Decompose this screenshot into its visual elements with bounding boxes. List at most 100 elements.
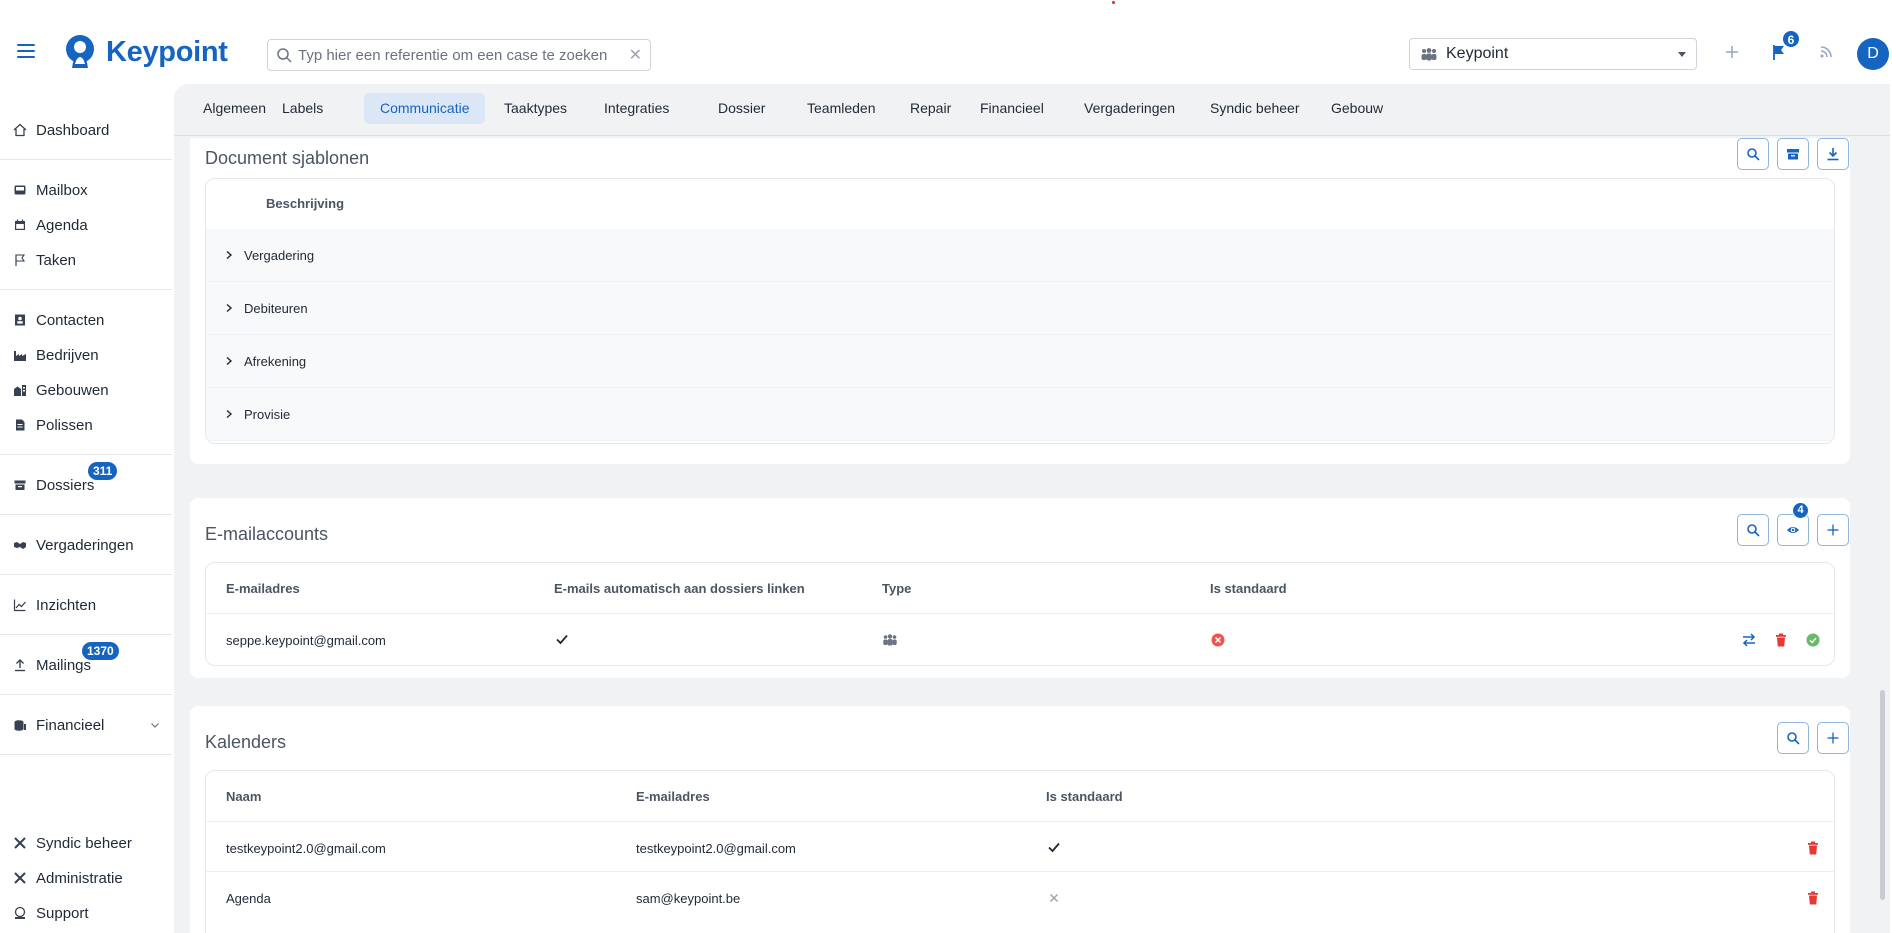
sidebar-divider (0, 694, 172, 695)
archive-templates-button[interactable] (1777, 138, 1809, 170)
document-templates-table: Beschrijving Vergadering Debiteuren Afre… (205, 178, 1835, 444)
document-templates-title: Document sjablonen (205, 148, 370, 168)
calendar-icon (15, 219, 25, 230)
calendars-card: Kalenders Naam E-mailadres Is standaard … (190, 706, 1850, 933)
hidden-accounts-badge: 4 (1792, 502, 1809, 519)
sidebar-item-mailbox[interactable]: Mailbox (0, 175, 172, 205)
add-icon[interactable] (1722, 42, 1742, 62)
add-calendar-button[interactable] (1817, 722, 1849, 754)
home-icon (13, 123, 27, 137)
delete-icon[interactable] (1805, 890, 1821, 906)
document-templates-card: Document sjablonen Beschrijving Vergader… (190, 138, 1850, 464)
tab-communicatie[interactable]: Communicatie (364, 93, 486, 124)
sidebar-item-vergaderingen[interactable]: Vergaderingen (0, 530, 172, 560)
rss-feed-icon[interactable] (1816, 42, 1836, 62)
email-accounts-card: E-mailaccounts 4 E-mailadres E-mails aut… (190, 498, 1850, 678)
sidebar-item-contacten[interactable]: Contacten (0, 305, 172, 335)
sidebar-item-inzichten[interactable]: Inzichten (0, 590, 172, 620)
set-default-icon[interactable] (1805, 632, 1821, 648)
search-templates-button[interactable] (1737, 138, 1769, 170)
status-dot (1112, 1, 1115, 4)
delete-icon[interactable] (1805, 840, 1821, 856)
sidebar-divider (0, 159, 172, 160)
search-calendars-button[interactable] (1777, 722, 1809, 754)
team-icon (883, 634, 897, 646)
switch-icon[interactable] (1741, 632, 1757, 648)
tab-gebouw[interactable]: Gebouw (1315, 93, 1399, 124)
user-avatar[interactable]: D (1857, 38, 1889, 70)
row-divider (206, 871, 1834, 872)
tab-dossier[interactable]: Dossier (702, 93, 781, 124)
clear-search-icon[interactable]: ✕ (629, 45, 642, 65)
sidebar-item-administratie[interactable]: Administratie (0, 863, 172, 893)
dossiers-count-badge: 311 (88, 462, 118, 480)
menu-toggle-button[interactable] (17, 44, 35, 58)
case-search-box[interactable]: ✕ (267, 39, 651, 71)
sidebar-item-agenda[interactable]: Agenda (0, 210, 172, 240)
tenant-select[interactable]: Keypoint (1409, 38, 1697, 70)
chevron-right-icon (226, 356, 233, 366)
tab-financieel[interactable]: Financieel (964, 93, 1060, 124)
sidebar-item-gebouwen[interactable]: Gebouwen (0, 375, 172, 405)
show-hidden-accounts-button[interactable] (1777, 514, 1809, 546)
tab-syndic-beheer[interactable]: Syndic beheer (1194, 93, 1316, 124)
download-templates-button[interactable] (1817, 138, 1849, 170)
column-header-beschrijving: Beschrijving (266, 196, 345, 211)
template-group-row[interactable]: Afrekening (206, 335, 1834, 388)
sidebar-item-bedrijven[interactable]: Bedrijven (0, 340, 172, 370)
calendars-table: Naam E-mailadres Is standaard testkeypoi… (205, 770, 1835, 933)
sidebar-item-polissen[interactable]: Polissen (0, 410, 172, 440)
chevron-down-icon (1678, 51, 1686, 57)
tab-vergaderingen[interactable]: Vergaderingen (1068, 93, 1191, 124)
delete-icon[interactable] (1773, 632, 1789, 648)
archive-icon (1787, 149, 1799, 160)
notification-badge: 6 (1782, 30, 1800, 48)
line-chart-icon (13, 599, 26, 612)
coins-icon (14, 720, 26, 731)
sidebar-divider (0, 754, 172, 755)
search-icon (277, 48, 292, 63)
search-email-accounts-button[interactable] (1737, 514, 1769, 546)
sidebar-item-financieel[interactable]: Financieel (0, 710, 172, 740)
tenant-select-value: Keypoint (1446, 45, 1509, 62)
column-header-naam: Naam (226, 789, 262, 804)
column-header-auto-link: E-mails automatisch aan dossiers linken (554, 581, 805, 596)
close-icon (1050, 894, 1058, 902)
add-email-account-button[interactable] (1817, 514, 1849, 546)
column-header-is-default: Is standaard (1046, 789, 1123, 804)
sidebar-item-support[interactable]: Support (0, 898, 172, 928)
row-divider (206, 821, 1834, 822)
calendars-title: Kalenders (205, 732, 287, 752)
case-search-input[interactable] (298, 46, 629, 64)
calendar-email: sam@keypoint.be (636, 891, 741, 906)
chevron-down-icon (151, 723, 159, 728)
template-group-row[interactable]: Vergadering (206, 229, 1834, 282)
main-content: Algemeen Labels Communicatie Taaktypes I… (174, 84, 1890, 933)
sidebar-item-syndic-beheer[interactable]: Syndic beheer (0, 828, 172, 858)
tools-icon (14, 837, 26, 849)
contact-card-icon (15, 314, 25, 326)
tab-teamleden[interactable]: Teamleden (791, 93, 892, 124)
tab-integraties[interactable]: Integraties (588, 93, 685, 124)
app-logo[interactable]: Keypoint (62, 34, 228, 70)
tab-repair[interactable]: Repair (894, 93, 967, 124)
sidebar-divider (0, 574, 172, 575)
template-group-row[interactable]: Debiteuren (206, 282, 1834, 335)
sidebar-item-dossiers[interactable]: Dossiers (0, 470, 172, 500)
sidebar-divider (0, 454, 172, 455)
page-scrollbar[interactable] (1880, 690, 1885, 900)
sidebar-item-taken[interactable]: Taken (0, 245, 172, 275)
tab-taaktypes[interactable]: Taaktypes (488, 93, 583, 124)
tab-labels[interactable]: Labels (266, 93, 339, 124)
sidebar-divider (0, 514, 172, 515)
check-icon (556, 634, 568, 645)
add-icon (1827, 524, 1839, 536)
column-header-email: E-mailadres (226, 581, 300, 596)
search-icon (1787, 732, 1800, 745)
sidebar-divider (0, 289, 172, 290)
document-icon (16, 419, 25, 431)
calendar-name: testkeypoint2.0@gmail.com (226, 841, 386, 856)
sidebar-item-dashboard[interactable]: Dashboard (0, 115, 172, 145)
template-group-row[interactable]: Provisie (206, 388, 1834, 441)
email-accounts-title: E-mailaccounts (205, 524, 329, 544)
